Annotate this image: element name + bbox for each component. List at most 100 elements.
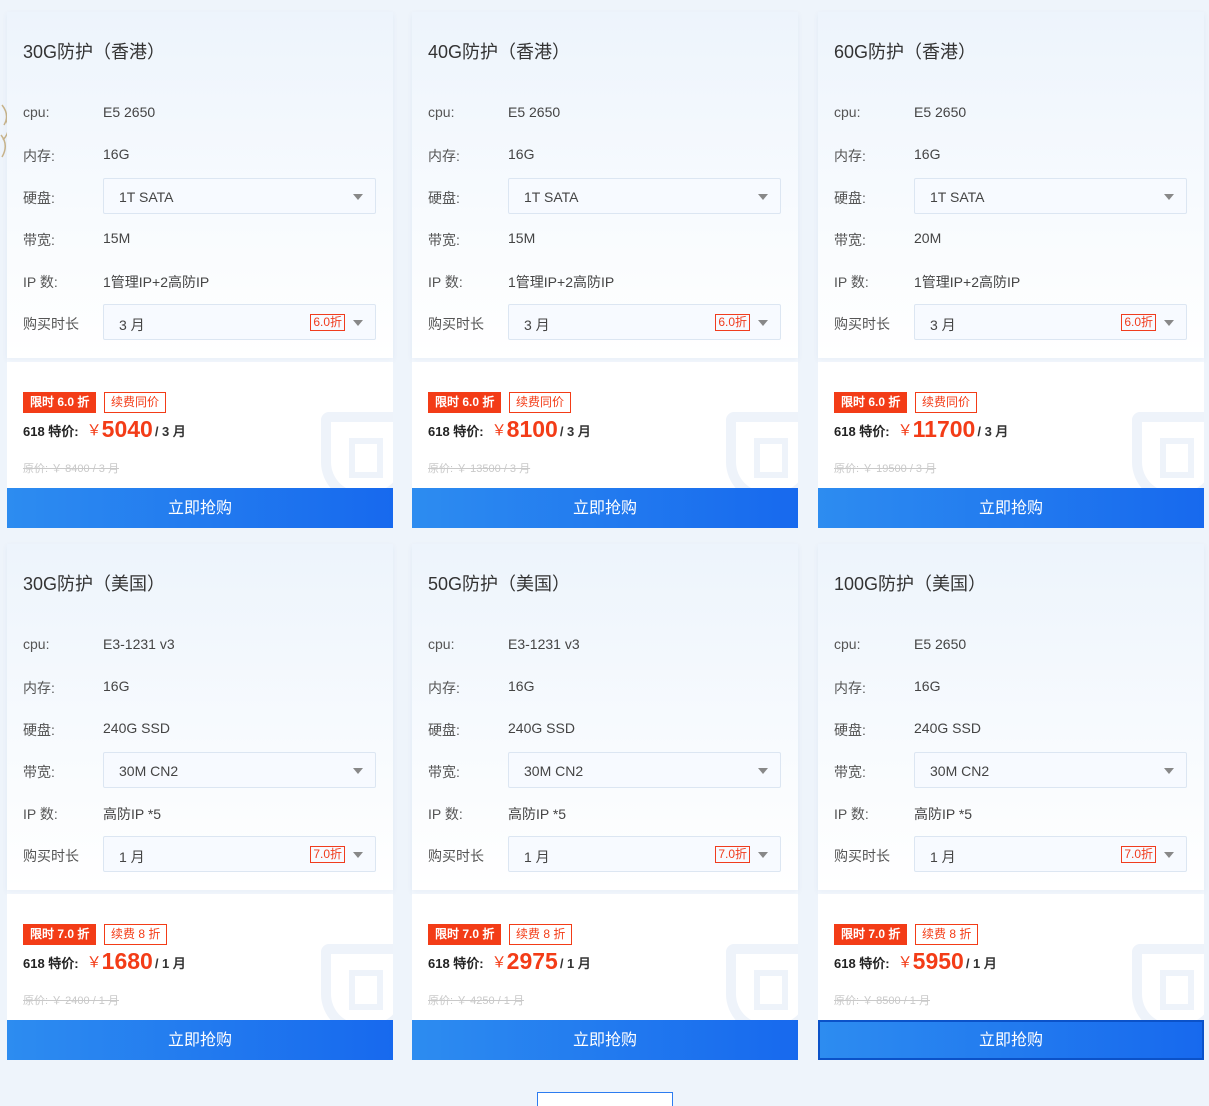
option-select[interactable]: 1T SATA (914, 178, 1187, 214)
renewal-badge: 续费 8 折 (509, 924, 573, 945)
spec-label: 购买时长 (834, 848, 890, 864)
spec-value: 16G (508, 146, 535, 162)
buy-now-button[interactable]: 立即抢购 (412, 1020, 798, 1060)
spec-value: E3-1231 v3 (103, 636, 175, 652)
product-card: 30G防护（美国） cpu: E3-1231 v3 内存: 16G 硬盘: 240G SS… (7, 544, 393, 1060)
discount-badge: 6.0折 (1121, 314, 1156, 331)
price-value: 2975 (506, 948, 558, 974)
spec-label: 内存: (834, 680, 866, 696)
spec-label: 购买时长 (23, 848, 79, 864)
option-select[interactable]: 1T SATA (508, 178, 781, 214)
buy-now-button[interactable]: 立即抢购 (818, 1020, 1204, 1060)
product-card: 60G防护（香港） cpu: E5 2650 内存: 16G 硬盘: 1T SATA 带宽:… (818, 12, 1204, 528)
spec-label: 硬盘: (23, 190, 55, 206)
spec-row: 硬盘: 1T SATA (428, 178, 782, 214)
spec-row: 带宽: 15M (428, 220, 782, 256)
duration-select[interactable]: 3 月 6.0折 (103, 304, 376, 340)
spec-value: 240G SSD (914, 720, 981, 736)
option-select[interactable]: 30M CN2 (914, 752, 1187, 788)
spec-row: cpu: E3-1231 v3 (428, 626, 782, 662)
spec-row: 带宽: 20M (834, 220, 1188, 256)
limited-discount-badge: 限时 6.0 折 (23, 392, 97, 413)
price-label: 618 特价: (834, 956, 890, 971)
option-select[interactable]: 30M CN2 (103, 752, 376, 788)
sale-price: 618 特价: ￥2975/ 1 月 (428, 948, 591, 978)
spec-label: 内存: (23, 148, 55, 164)
spec-label: cpu: (834, 104, 861, 120)
original-price: 原价: ￥ 4250 / 1 月 (428, 995, 524, 1007)
buy-now-button[interactable]: 立即抢购 (7, 488, 393, 528)
spec-row: 硬盘: 1T SATA (23, 178, 377, 214)
spec-label: 带宽: (428, 232, 460, 248)
spec-row: 硬盘: 1T SATA (834, 178, 1188, 214)
option-select[interactable]: 30M CN2 (508, 752, 781, 788)
original-price: 原价: ￥ 2400 / 1 月 (23, 995, 119, 1007)
spec-row: 带宽: 15M (23, 220, 377, 256)
spec-panel: 40G防护（香港） cpu: E5 2650 内存: 16G 硬盘: 1T SATA 带宽:… (412, 12, 798, 358)
spec-panel: 60G防护（香港） cpu: E5 2650 内存: 16G 硬盘: 1T SATA 带宽:… (818, 12, 1204, 358)
spec-row: 购买时长 3 月 6.0折 (834, 304, 1188, 340)
spec-value: 16G (103, 678, 130, 694)
spec-row: 购买时长 1 月 7.0折 (834, 836, 1188, 872)
currency-symbol: ￥ (897, 422, 913, 439)
spec-row: 内存: 16G (834, 136, 1188, 172)
duration-select[interactable]: 1 月 7.0折 (508, 836, 781, 872)
spec-label: cpu: (428, 104, 455, 120)
chevron-down-icon (1164, 768, 1174, 774)
more-button[interactable] (537, 1092, 673, 1106)
price-period: / 3 月 (154, 424, 186, 439)
price-label: 618 特价: (428, 956, 484, 971)
original-price: 原价: ￥ 8500 / 1 月 (834, 995, 930, 1007)
price-value: 8100 (506, 416, 558, 442)
currency-symbol: ￥ (491, 422, 507, 439)
spec-value: E5 2650 (103, 104, 156, 120)
spec-row: cpu: E5 2650 (834, 94, 1188, 130)
duration-select[interactable]: 1 月 7.0折 (914, 836, 1187, 872)
duration-select[interactable]: 1 月 7.0折 (103, 836, 376, 872)
spec-value: 高防IP *5 (103, 806, 162, 822)
chevron-down-icon (353, 194, 363, 200)
limited-discount-badge: 限时 7.0 折 (428, 924, 502, 945)
chevron-down-icon (1164, 320, 1174, 326)
price-label: 618 特价: (23, 424, 79, 439)
chevron-down-icon (758, 194, 768, 200)
spec-row: 内存: 16G (834, 668, 1188, 704)
chevron-down-icon (758, 768, 768, 774)
buy-now-button[interactable]: 立即抢购 (412, 488, 798, 528)
sale-price: 618 特价: ￥11700/ 3 月 (834, 416, 1008, 446)
original-price: 原价: ￥ 13500 / 3 月 (428, 463, 531, 475)
price-period: / 1 月 (965, 956, 997, 971)
spec-panel: 30G防护（香港） cpu: E5 2650 内存: 16G 硬盘: 1T SATA 带宽:… (7, 12, 393, 358)
select-value: 1 月 (119, 849, 145, 865)
discount-badge: 7.0折 (1121, 846, 1156, 863)
discount-badge: 6.0折 (310, 314, 345, 331)
select-value: 1T SATA (524, 189, 579, 205)
spec-label: 硬盘: (834, 190, 866, 206)
discount-badge: 7.0折 (310, 846, 345, 863)
spec-row: IP 数: 1管理IP+2高防IP (428, 262, 782, 298)
currency-symbol: ￥ (86, 422, 102, 439)
spec-label: 内存: (834, 148, 866, 164)
buy-now-button[interactable]: 立即抢购 (7, 1020, 393, 1060)
duration-select[interactable]: 3 月 6.0折 (508, 304, 781, 340)
select-value: 3 月 (930, 317, 956, 333)
product-card: 30G防护（香港） cpu: E5 2650 内存: 16G 硬盘: 1T SATA 带宽:… (7, 12, 393, 528)
currency-symbol: ￥ (86, 954, 102, 971)
spec-value: E5 2650 (914, 636, 967, 652)
product-title: 50G防护（美国） (428, 574, 571, 594)
buy-now-button[interactable]: 立即抢购 (818, 488, 1204, 528)
sale-price: 618 特价: ￥5040/ 3 月 (23, 416, 186, 446)
chevron-down-icon (353, 768, 363, 774)
spec-label: cpu: (834, 636, 861, 652)
currency-symbol: ￥ (897, 954, 913, 971)
spec-row: IP 数: 高防IP *5 (23, 794, 377, 830)
original-price: 原价: ￥ 19500 / 3 月 (834, 463, 937, 475)
spec-panel: 50G防护（美国） cpu: E3-1231 v3 内存: 16G 硬盘: 240G SS… (412, 544, 798, 890)
renewal-badge: 续费 8 折 (915, 924, 979, 945)
duration-select[interactable]: 3 月 6.0折 (914, 304, 1187, 340)
spec-row: 购买时长 3 月 6.0折 (23, 304, 377, 340)
spec-row: 购买时长 1 月 7.0折 (23, 836, 377, 872)
option-select[interactable]: 1T SATA (103, 178, 376, 214)
spec-row: IP 数: 1管理IP+2高防IP (834, 262, 1188, 298)
spec-row: 内存: 16G (23, 668, 377, 704)
